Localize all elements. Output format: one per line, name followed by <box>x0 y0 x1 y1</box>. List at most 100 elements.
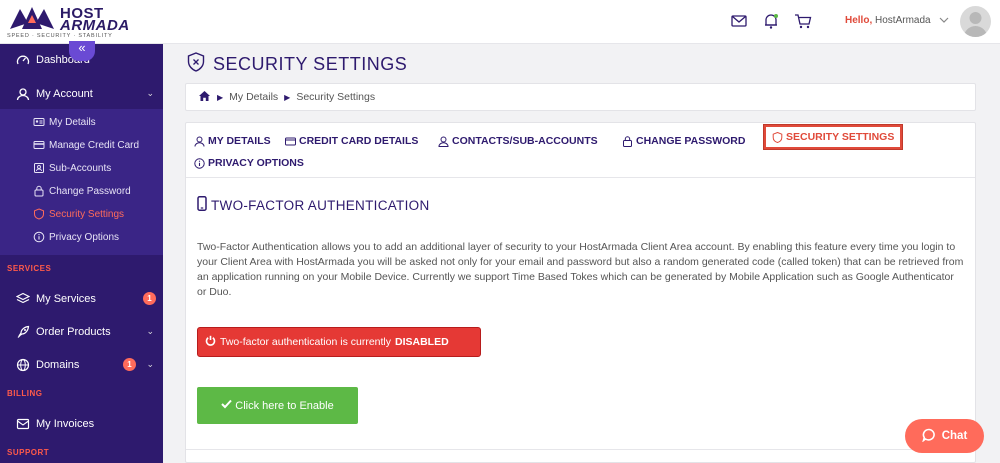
enable-tfa-label: Click here to Enable <box>235 399 334 412</box>
info-icon <box>194 157 205 169</box>
invoice-icon <box>16 417 30 431</box>
sidebar-item-label: Order Products <box>36 326 111 338</box>
user-greeting[interactable]: Hello, HostArmada <box>845 15 931 26</box>
breadcrumb-separator-icon: ▶ <box>217 92 224 102</box>
header-icons <box>730 12 812 30</box>
tfa-status-value: DISABLED <box>395 336 449 348</box>
tab-label: CREDIT CARD DETAILS <box>299 135 419 147</box>
tab-my-details[interactable]: MY DETAILS <box>194 135 271 147</box>
double-chevron-left-icon: « <box>78 40 86 55</box>
sidebar-item-my-services[interactable]: My Services 1 <box>0 286 163 312</box>
sidebar-item-domains[interactable]: Domains 1 ⌄ <box>0 352 163 378</box>
sidebar-item-label: My Invoices <box>36 418 95 430</box>
sidebar-item-my-invoices[interactable]: My Invoices <box>0 411 163 437</box>
sidebar-item-label: Domains <box>36 359 80 371</box>
checkmark-icon <box>221 399 233 412</box>
chevron-down-icon: ⌄ <box>146 88 154 98</box>
breadcrumb-link-my-details[interactable]: My Details <box>229 91 278 103</box>
sidebar-item-order-products[interactable]: Order Products ⌄ <box>0 319 163 345</box>
sidebar-sub-label: Security Settings <box>49 208 125 220</box>
globe-icon <box>16 358 30 372</box>
logo-tagline: SPEED · SECURITY · STABILITY <box>7 33 113 39</box>
tab-security-settings[interactable]: SECURITY SETTINGS <box>764 125 903 149</box>
top-header: HOST ARMADA SPEED · SECURITY · STABILITY… <box>0 0 1000 44</box>
user-box-icon <box>33 162 45 174</box>
sidebar-item-privacy-options[interactable]: Privacy Options <box>0 226 163 248</box>
hostarmada-logo[interactable]: HOST ARMADA SPEED · SECURITY · STABILITY <box>6 3 156 41</box>
chevron-down-icon: ⌄ <box>146 326 154 336</box>
mail-icon[interactable] <box>730 12 748 30</box>
shield-x-icon <box>187 52 205 77</box>
tfa-description: Two-Factor Authentication allows you to … <box>197 241 964 298</box>
credit-card-icon <box>33 139 45 151</box>
panel-divider <box>186 449 975 450</box>
sidebar-item-label: My Services <box>36 293 96 305</box>
sidebar: Dashboard « My Account ⌄ My Details Mana… <box>0 41 163 463</box>
sidebar-item-my-details[interactable]: My Details <box>0 111 163 133</box>
sidebar-item-security-settings[interactable]: Security Settings <box>0 203 163 225</box>
power-icon <box>205 335 216 349</box>
sidebar-item-sub-accounts[interactable]: Sub-Accounts <box>0 157 163 179</box>
rocket-icon <box>16 325 30 339</box>
tab-label: CHANGE PASSWORD <box>636 135 746 147</box>
lock-icon <box>622 135 633 147</box>
section-label-billing: BILLING <box>7 389 43 398</box>
id-card-icon <box>33 116 45 128</box>
chat-label: Chat <box>941 430 968 442</box>
services-count-badge: 1 <box>143 292 156 305</box>
chevron-down-icon[interactable] <box>938 13 950 31</box>
enable-tfa-button[interactable]: Click here to Enable <box>197 387 358 424</box>
bell-icon[interactable] <box>762 12 780 30</box>
logo-text-armada: ARMADA <box>60 17 130 34</box>
logo-mark-icon <box>10 7 54 29</box>
user-icon <box>194 136 205 147</box>
section-label-support: SUPPORT <box>7 448 50 457</box>
hello-label: Hello, <box>845 15 873 26</box>
card-icon <box>285 136 296 147</box>
sidebar-sub-label: Privacy Options <box>49 231 120 243</box>
tab-privacy-options[interactable]: PRIVACY OPTIONS <box>194 157 304 169</box>
sidebar-item-manage-credit-card[interactable]: Manage Credit Card <box>0 134 163 156</box>
mobile-phone-icon <box>197 196 207 214</box>
sidebar-sub-label: Manage Credit Card <box>49 139 140 151</box>
page-title: SECURITY SETTINGS <box>187 52 407 77</box>
user-icon <box>16 87 30 101</box>
domains-count-badge: 1 <box>123 358 136 371</box>
layers-icon <box>16 292 30 306</box>
tab-label: PRIVACY OPTIONS <box>208 157 304 169</box>
tab-label: CONTACTS/SUB-ACCOUNTS <box>452 135 598 147</box>
breadcrumb-separator-icon: ▶ <box>284 92 291 102</box>
tab-label: MY DETAILS <box>208 135 271 147</box>
chat-button[interactable]: Chat <box>905 419 984 453</box>
tfa-status-alert: Two-factor authentication is currently D… <box>197 327 481 357</box>
home-icon[interactable] <box>198 90 211 105</box>
security-settings-panel: MY DETAILS CREDIT CARD DETAILS CONTACTS/… <box>185 122 976 463</box>
tfa-status-text: Two-factor authentication is currently <box>220 336 391 348</box>
tab-contacts-sub-accounts[interactable]: CONTACTS/SUB-ACCOUNTS <box>438 135 598 147</box>
shield-icon <box>33 208 45 220</box>
section-label-services: SERVICES <box>7 264 52 273</box>
sidebar-collapse-button[interactable]: « <box>69 41 95 61</box>
user-name: HostArmada <box>875 15 931 26</box>
tfa-title-text: TWO-FACTOR AUTHENTICATION <box>211 197 430 213</box>
tab-credit-card-details[interactable]: CREDIT CARD DETAILS <box>285 135 418 147</box>
page-title-text: SECURITY SETTINGS <box>213 54 408 74</box>
breadcrumb: ▶ My Details ▶ Security Settings <box>185 83 976 111</box>
account-tabs: MY DETAILS CREDIT CARD DETAILS CONTACTS/… <box>186 123 975 178</box>
tab-change-password[interactable]: CHANGE PASSWORD <box>622 135 745 147</box>
contacts-icon <box>438 136 449 147</box>
sidebar-sub-label: Change Password <box>49 185 131 197</box>
cart-icon[interactable] <box>794 12 812 30</box>
dashboard-icon <box>16 53 30 67</box>
sidebar-item-my-account[interactable]: My Account ⌄ <box>0 81 163 107</box>
avatar[interactable] <box>960 6 991 37</box>
breadcrumb-current: Security Settings <box>296 91 376 103</box>
tab-label: SECURITY SETTINGS <box>786 131 895 143</box>
chevron-down-icon: ⌄ <box>146 359 154 369</box>
tfa-section-title: TWO-FACTOR AUTHENTICATION <box>197 196 430 214</box>
lock-icon <box>33 185 45 197</box>
sidebar-item-change-password[interactable]: Change Password <box>0 180 163 202</box>
sidebar-item-label: My Account <box>36 88 93 100</box>
info-icon <box>33 231 45 243</box>
sidebar-sub-label: Sub-Accounts <box>49 162 112 174</box>
